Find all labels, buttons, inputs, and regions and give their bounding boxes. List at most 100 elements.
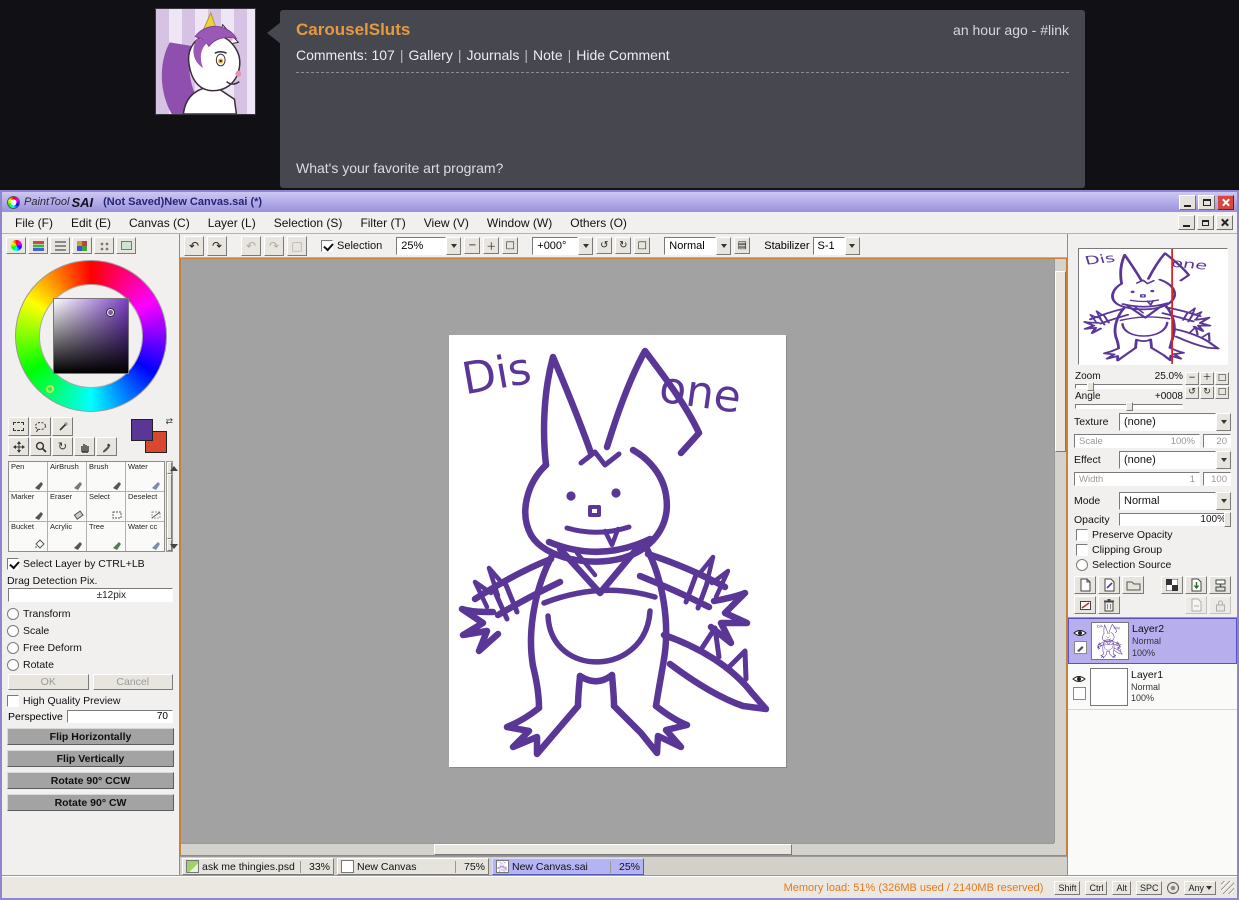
tool-tree[interactable]: Tree xyxy=(87,522,125,551)
scratchpad-tab[interactable] xyxy=(116,237,136,254)
hq-preview-checkbox[interactable] xyxy=(7,695,19,707)
resize-grip-icon[interactable] xyxy=(1221,881,1234,894)
nav-angle-thumb[interactable] xyxy=(1126,402,1133,411)
layer-thumbnail[interactable] xyxy=(1091,622,1129,660)
menu-others[interactable]: Others (O) xyxy=(561,214,636,232)
rect-select-tool[interactable] xyxy=(8,417,29,436)
delete-layer-button[interactable] xyxy=(1098,596,1120,614)
tool-bucket[interactable]: Bucket xyxy=(9,522,47,551)
scale-radio[interactable] xyxy=(7,625,19,637)
rotate-radio[interactable] xyxy=(7,659,19,671)
note-link[interactable]: Note xyxy=(533,47,563,63)
zoom-tool[interactable] xyxy=(30,437,51,456)
lock-layer-button[interactable] xyxy=(1209,596,1231,614)
doc-minimize-button[interactable] xyxy=(1178,215,1195,230)
close-button[interactable] xyxy=(1217,195,1234,210)
brush-settings-button[interactable]: ▤ xyxy=(734,237,750,254)
nav-angle-slider[interactable] xyxy=(1075,404,1183,409)
doc-tab-new-canvas[interactable]: New Canvas 75% xyxy=(337,858,489,875)
angle-combo[interactable]: +000° xyxy=(532,237,593,255)
rotate-cw-view-button[interactable]: ↻ xyxy=(615,237,631,254)
lasso-tool[interactable] xyxy=(30,417,51,436)
transform-option-row[interactable]: Transform xyxy=(2,602,179,620)
rotate-ccw-button[interactable]: Rotate 90° CCW xyxy=(7,772,174,789)
menu-layer[interactable]: Layer (L) xyxy=(199,214,265,232)
scroll-down-icon[interactable] xyxy=(167,539,172,551)
comment-username-link[interactable]: CarouselSluts xyxy=(296,20,410,40)
nav-rotate-ccw-button[interactable]: ↺ xyxy=(1185,386,1199,399)
custom-palette-tab[interactable] xyxy=(94,237,114,254)
flip-horizontal-button[interactable]: Flip Horizontally xyxy=(7,728,174,745)
clear-layer-button[interactable] xyxy=(1074,596,1096,614)
zoom-dropdown-icon[interactable] xyxy=(446,237,461,255)
new-layer-button[interactable] xyxy=(1074,576,1096,594)
gallery-link[interactable]: Gallery xyxy=(408,47,452,63)
texture-scale-slider[interactable]: Scale 100% xyxy=(1074,434,1200,448)
redo-button[interactable]: ↷ xyxy=(207,236,227,256)
transform-radio[interactable] xyxy=(7,608,19,620)
rotate-ccw-view-button[interactable]: ↺ xyxy=(596,237,612,254)
color-wheel[interactable] xyxy=(11,257,171,415)
flip-vertical-button[interactable]: Flip Vertically xyxy=(7,750,174,767)
rotate-view-tool[interactable]: ↻ xyxy=(52,437,73,456)
texture-scale-number[interactable]: 20 xyxy=(1203,434,1231,448)
nav-zoom-out-button[interactable]: − xyxy=(1185,372,1199,385)
vscrollbar-thumb[interactable] xyxy=(1055,271,1066,452)
angle-dropdown-icon[interactable] xyxy=(578,237,593,255)
maximize-button[interactable] xyxy=(1198,195,1215,210)
undo-button[interactable]: ↶ xyxy=(184,236,204,256)
layer-mode-combo[interactable]: Normal xyxy=(1119,492,1231,510)
layer-thumbnail[interactable] xyxy=(1090,668,1128,706)
color-wheel-tab[interactable] xyxy=(6,237,26,254)
canvas-hscrollbar[interactable] xyxy=(181,843,1054,855)
zoom-out-button[interactable]: − xyxy=(464,237,480,254)
rgb-sliders-tab[interactable] xyxy=(28,237,48,254)
selection-redo-button[interactable]: ↷ xyxy=(264,236,284,256)
swap-colors-icon[interactable]: ⇄ xyxy=(165,417,173,427)
rotate-option-row[interactable]: Rotate xyxy=(2,654,179,671)
avatar[interactable] xyxy=(155,8,256,115)
hsv-sliders-tab[interactable] xyxy=(50,237,70,254)
opacity-thumb[interactable] xyxy=(1224,512,1231,527)
move-tool[interactable] xyxy=(8,437,29,456)
texture-combo[interactable]: (none) xyxy=(1119,413,1231,431)
tool-pen[interactable]: Pen xyxy=(9,462,47,491)
texture-dropdown-icon[interactable] xyxy=(1216,413,1231,431)
stabilizer-combo[interactable]: S-1 xyxy=(813,237,860,255)
menu-view[interactable]: View (V) xyxy=(415,214,478,232)
nav-zoom-reset-button[interactable]: □ xyxy=(1215,372,1229,385)
layer-visibility-eye-icon[interactable] xyxy=(1073,628,1087,638)
selection-clear-button[interactable]: □ xyxy=(287,236,307,256)
new-layer-folder-button[interactable] xyxy=(1122,576,1144,594)
layer-mode-dropdown-icon[interactable] xyxy=(1216,492,1231,510)
swatches-tab[interactable] xyxy=(72,237,92,254)
effect-dropdown-icon[interactable] xyxy=(1216,451,1231,469)
clipping-group-checkbox[interactable] xyxy=(1076,544,1088,556)
menu-file[interactable]: File (F) xyxy=(6,214,62,232)
canvas-viewport[interactable] xyxy=(181,259,1054,843)
tool-deselect[interactable]: Deselect xyxy=(126,492,164,521)
menu-selection[interactable]: Selection (S) xyxy=(265,214,352,232)
doc-close-button[interactable] xyxy=(1216,215,1233,230)
selection-undo-button[interactable]: ↶ xyxy=(241,236,261,256)
tool-brush[interactable]: Brush xyxy=(87,462,125,491)
sv-marker-icon[interactable] xyxy=(107,309,114,316)
select-layer-checkbox[interactable] xyxy=(7,558,19,570)
minimize-button[interactable] xyxy=(1179,195,1196,210)
rotate-cw-button[interactable]: Rotate 90° CW xyxy=(7,794,174,811)
titlebar[interactable]: PaintTool SAI (Not Saved)New Canvas.sai … xyxy=(2,192,1237,212)
nav-zoom-thumb[interactable] xyxy=(1087,382,1094,391)
tool-water-cc[interactable]: Water cc xyxy=(126,522,164,551)
foreground-color-swatch[interactable] xyxy=(131,419,153,441)
magic-wand-tool[interactable] xyxy=(52,417,73,436)
layer-visibility-eye-icon[interactable] xyxy=(1072,674,1086,684)
drag-detection-slider[interactable]: ±12pix xyxy=(8,588,173,602)
zoom-in-button[interactable]: ＋ xyxy=(483,237,499,254)
drawing-canvas[interactable] xyxy=(449,335,786,767)
layer-row-layer2[interactable]: Layer2 Normal 100% xyxy=(1068,618,1237,664)
selection-visibility-row[interactable]: Selection xyxy=(321,240,382,252)
tool-eraser[interactable]: Eraser xyxy=(48,492,86,521)
tool-airbrush[interactable]: AirBrush xyxy=(48,462,86,491)
nav-zoom-in-button[interactable]: ＋ xyxy=(1200,372,1214,385)
selection-source-radio[interactable] xyxy=(1076,559,1088,571)
